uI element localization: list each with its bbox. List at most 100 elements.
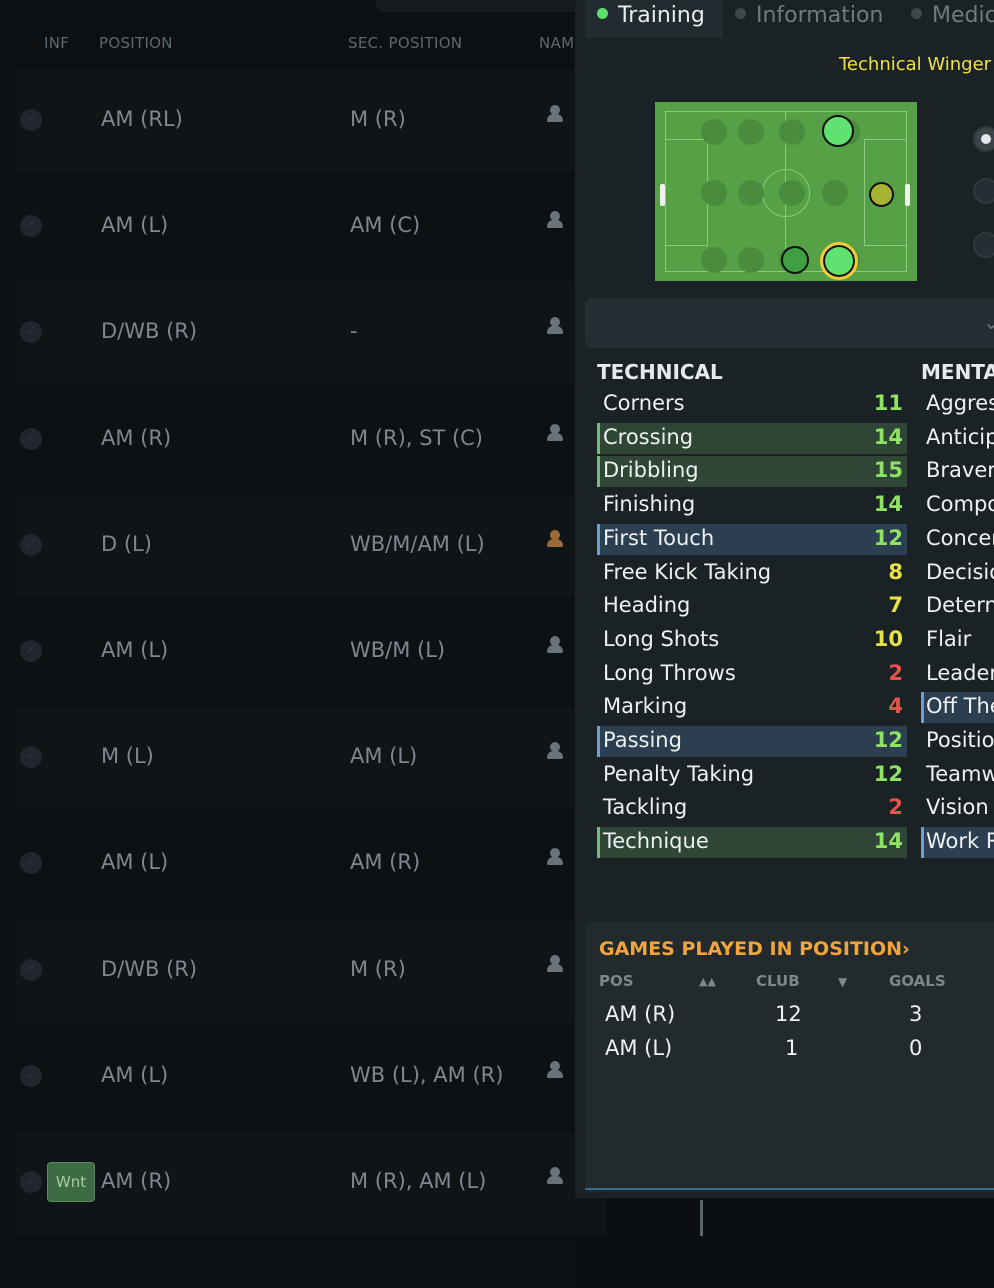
games-row-pos: AM (L) [605,1036,673,1060]
attribute-name: Concer [926,526,994,550]
secondary-position-cell: WB (L), AM (R) [350,1063,504,1087]
attribute-name: Braver [926,458,994,482]
column-header-name[interactable]: NAM [539,34,574,52]
attribute-row[interactable]: Off The [921,692,994,723]
column-header-position[interactable]: POSITION [99,34,173,52]
mental-attributes: Aggres Anticip Braver Compo Concer Decisio Det… [575,0,994,900]
position-cell: AM (L) [101,850,169,874]
check-icon[interactable]: ✓ [20,959,42,981]
check-icon[interactable]: ✓ [20,746,42,768]
position-cell: AM (RL) [101,107,183,131]
games-played-title[interactable]: GAMES PLAYED IN POSITION› [599,938,910,960]
position-cell: AM (R) [101,426,172,450]
games-row-goals: 3 [909,1002,923,1026]
games-header-pos[interactable]: POS [599,972,634,990]
avatar[interactable] [546,424,564,442]
games-header-club[interactable]: CLUB [756,972,800,990]
avatar[interactable] [546,1167,564,1185]
attribute-name: Positio [926,728,994,752]
secondary-position-cell: AM (L) [350,744,418,768]
avatar[interactable] [546,317,564,335]
divider-line [700,1200,703,1236]
games-row-club: 1 [785,1036,799,1060]
table-header: INF POSITION SEC. POSITION NAM [0,0,580,68]
attribute-row[interactable]: Work R [921,827,994,858]
check-icon[interactable]: ✓ [20,534,42,556]
position-cell: AM (L) [101,1063,169,1087]
highlight-bar [921,692,924,723]
attribute-name: Compo [926,492,994,516]
position-cell: D/WB (R) [101,957,198,981]
avatar[interactable] [546,636,564,654]
sort-ascending-icon[interactable]: ▲▲ [699,975,716,988]
card-bottom-rule [585,1188,994,1190]
table-row[interactable]: ✓ AM (R) M (R), ST (C) [16,388,606,492]
games-row-pos: AM (R) [605,1002,676,1026]
games-header-goals[interactable]: GOALS [889,972,946,990]
attribute-row[interactable]: Anticip [921,423,994,454]
attribute-name: Aggres [926,391,994,415]
check-icon[interactable]: ✓ [20,428,42,450]
avatar[interactable] [546,105,564,123]
attribute-name: Leader [926,661,994,685]
attribute-row[interactable]: Leader [921,659,994,690]
attribute-name: Decisio [926,560,994,584]
secondary-position-cell: - [350,319,358,343]
attribute-row[interactable]: Concer [921,524,994,555]
table-row[interactable]: ✓ D/WB (R) - [16,281,606,385]
attribute-row[interactable]: Aggres [921,389,994,420]
attribute-row[interactable]: Teamw [921,760,994,791]
avatar[interactable] [546,955,564,973]
secondary-position-cell: M (R), AM (L) [350,1169,487,1193]
avatar[interactable] [546,211,564,229]
check-icon[interactable]: ✓ [20,321,42,343]
attribute-name: Detern [926,593,994,617]
check-icon[interactable]: ✓ [20,109,42,131]
sort-descending-icon[interactable]: ▼ [838,975,847,989]
table-row[interactable]: ✓ M (L) AM (L) [16,706,606,810]
avatar[interactable] [546,742,564,760]
table-row[interactable]: ✓ D (L) WB/M/AM (L) [16,494,606,598]
attribute-row[interactable]: Compo [921,490,994,521]
screen: { "table": { "headers": {"inf": "INF", "… [0,0,994,1288]
attribute-row[interactable]: Flair [921,625,994,656]
avatar[interactable] [546,848,564,866]
table-row[interactable]: ✓ AM (RL) M (R) [16,69,606,173]
secondary-position-cell: AM (R) [350,850,421,874]
attribute-name: Flair [926,627,972,651]
secondary-position-cell: M (R), ST (C) [350,426,484,450]
position-cell: AM (L) [101,213,169,237]
status-badge: Wnt [47,1162,95,1202]
table-row[interactable]: ✓ Wnt AM (R) M (R), AM (L) [16,1131,606,1235]
table-row[interactable]: ✓ D/WB (R) M (R) [16,919,606,1023]
secondary-position-cell: WB/M (L) [350,638,446,662]
position-cell: D (L) [101,532,152,556]
check-icon[interactable]: ✓ [20,1065,42,1087]
check-icon[interactable]: ✓ [20,215,42,237]
attribute-row[interactable]: Detern [921,591,994,622]
table-row[interactable]: ✓ AM (L) WB/M (L) [16,600,606,704]
table-row[interactable]: ✓ AM (L) AM (R) [16,812,606,916]
secondary-position-cell: AM (C) [350,213,421,237]
games-row-goals: 0 [909,1036,923,1060]
attribute-row[interactable]: Positio [921,726,994,757]
avatar[interactable] [546,1061,564,1079]
check-icon[interactable]: ✓ [20,640,42,662]
attribute-name: Vision [926,795,989,819]
attribute-name: Anticip [926,425,994,449]
attribute-name: Teamw [926,762,994,786]
attribute-row[interactable]: Decisio [921,558,994,589]
table-row[interactable]: ✓ AM (L) AM (C) [16,175,606,279]
check-icon[interactable]: ✓ [20,852,42,874]
avatar[interactable] [546,530,564,548]
column-header-sec-position[interactable]: SEC. POSITION [348,34,462,52]
position-cell: AM (R) [101,1169,172,1193]
player-table: INF POSITION SEC. POSITION NAM ✓ AM (RL) M… [0,0,606,1288]
secondary-position-cell: WB/M/AM (L) [350,532,485,556]
column-header-inf[interactable]: INF [44,34,69,52]
position-cell: M (L) [101,744,154,768]
attribute-row[interactable]: Vision [921,793,994,824]
table-row[interactable]: ✓ AM (L) WB (L), AM (R) [16,1025,606,1129]
attribute-row[interactable]: Braver [921,456,994,487]
check-icon[interactable]: ✓ [20,1171,42,1193]
